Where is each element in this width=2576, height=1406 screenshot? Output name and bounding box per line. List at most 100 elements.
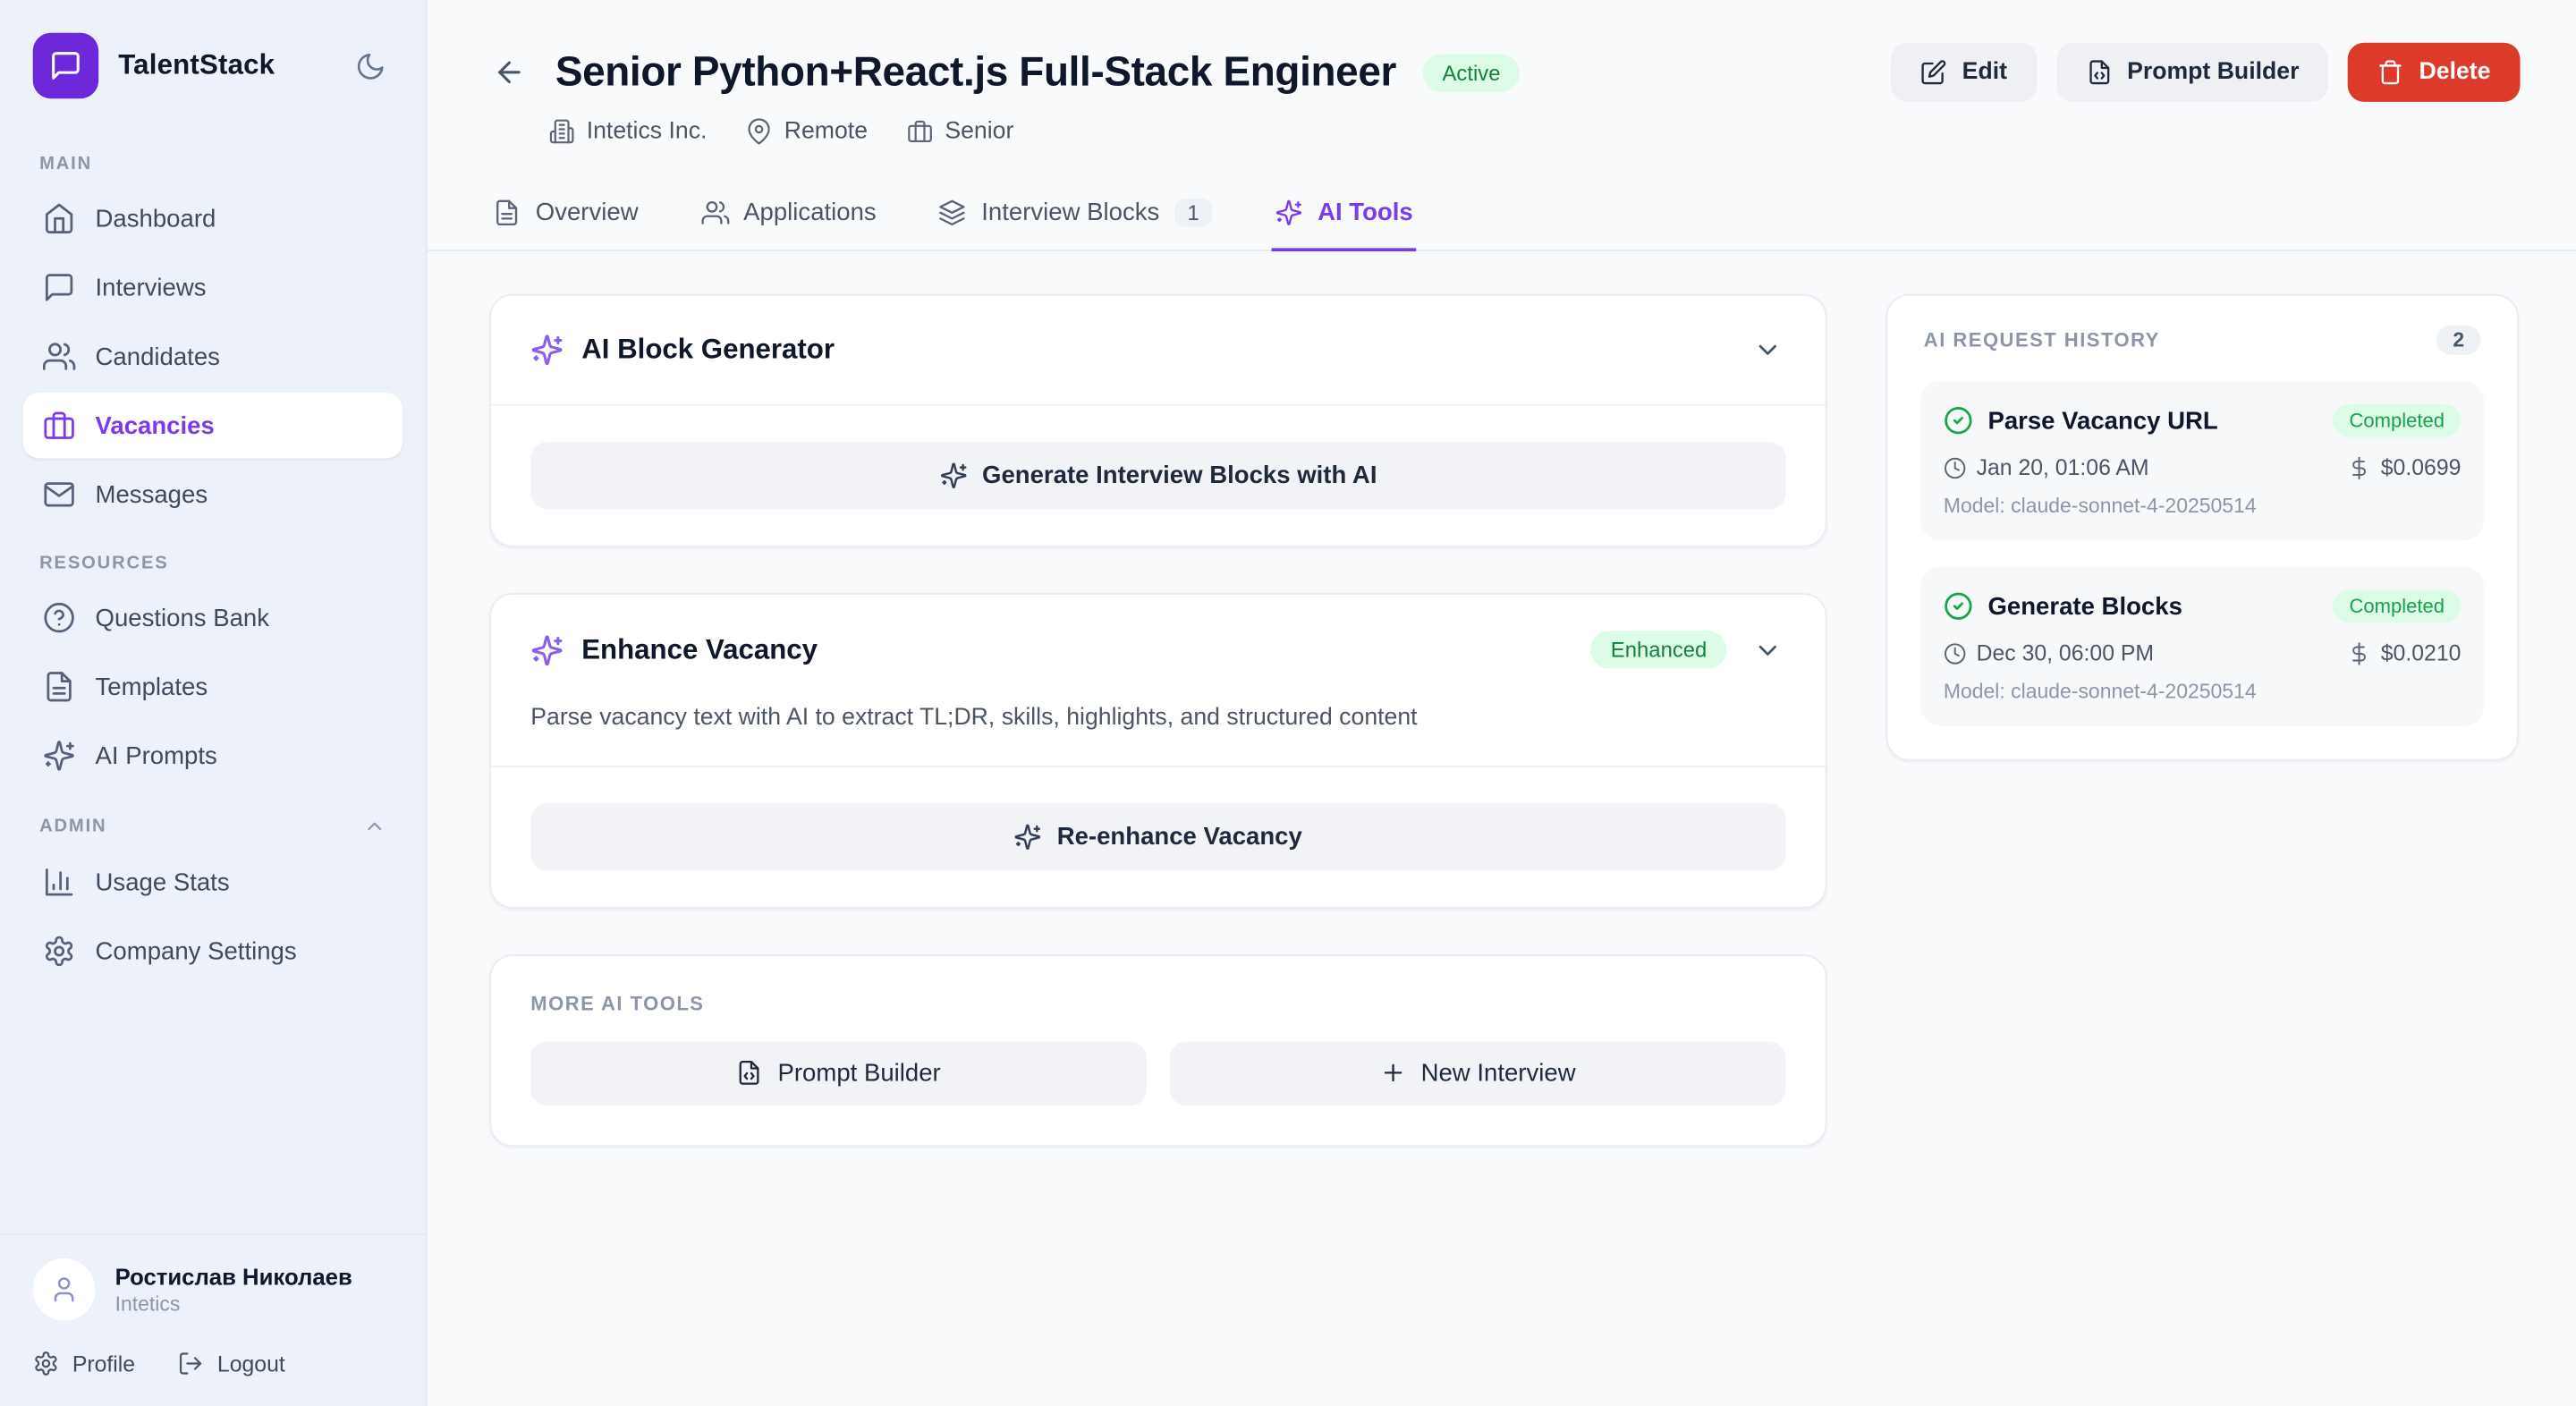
completed-badge: Completed: [2333, 589, 2461, 623]
ai-block-generator-card: AI Block Generator Generate Interview Bl…: [489, 294, 1826, 547]
sidebar-user-area: Ростислав Николаев Intetics Profile Logo…: [0, 1233, 426, 1406]
history-item[interactable]: Generate Blocks Completed Dec 30, 06:00 …: [1920, 567, 2484, 726]
nav-label: AI Prompts: [96, 741, 217, 769]
history-count-badge: 2: [2436, 326, 2481, 355]
history-header: AI REQUEST HISTORY 2: [1920, 326, 2484, 355]
history-cost: $0.0699: [2348, 455, 2461, 480]
mail-icon: [43, 478, 76, 511]
generate-blocks-label: Generate Interview Blocks with AI: [982, 462, 1377, 489]
sidebar: TalentStack MAIN Dashboard Interviews Ca…: [0, 0, 428, 1406]
tab-label: Applications: [743, 199, 877, 226]
re-enhance-button[interactable]: Re-enhance Vacancy: [530, 802, 1785, 869]
collapse-toggle[interactable]: [1750, 631, 1785, 667]
sidebar-item-dashboard[interactable]: Dashboard: [23, 186, 402, 251]
history-date: Jan 20, 01:06 AM: [1944, 455, 2149, 480]
history-item[interactable]: Parse Vacancy URL Completed Jan 20, 01:0…: [1920, 381, 2484, 540]
nav-label: Templates: [96, 673, 208, 700]
history-item-header: Generate Blocks Completed: [1944, 589, 2462, 623]
sidebar-item-ai-prompts[interactable]: AI Prompts: [23, 723, 402, 788]
plus-icon: [1380, 1060, 1406, 1086]
clock-icon: [1944, 641, 1967, 665]
logout-label: Logout: [217, 1351, 285, 1376]
back-button[interactable]: [489, 53, 529, 92]
sparkles-icon: [530, 633, 564, 666]
chevron-down-icon: [1753, 635, 1783, 665]
clock-icon: [1944, 456, 1967, 479]
chevron-up-icon[interactable]: [363, 815, 386, 838]
tab-overview[interactable]: Overview: [489, 181, 641, 251]
file-text-icon: [43, 670, 76, 703]
user-name: Ростислав Николаев: [115, 1263, 352, 1289]
nav-section-admin-label[interactable]: ADMIN: [39, 815, 386, 838]
sidebar-item-templates[interactable]: Templates: [23, 654, 402, 719]
tab-applications[interactable]: Applications: [698, 181, 880, 251]
history-item-meta: Jan 20, 01:06 AM $0.0699: [1944, 455, 2462, 480]
profile-link[interactable]: Profile: [33, 1351, 135, 1376]
nav-label: Interviews: [96, 274, 207, 301]
user-card[interactable]: Ростислав Николаев Intetics: [33, 1258, 393, 1321]
sidebar-item-interviews[interactable]: Interviews: [23, 255, 402, 320]
sparkles-icon: [530, 334, 564, 367]
nav-label: Questions Bank: [96, 604, 270, 631]
chevron-down-icon: [1753, 335, 1783, 365]
sparkles-icon: [939, 462, 967, 489]
prompt-builder-tool-button[interactable]: Prompt Builder: [530, 1041, 1147, 1105]
level-label: Senior: [945, 118, 1013, 144]
sparkles-icon: [43, 740, 76, 773]
cost-text: $0.0699: [2381, 455, 2462, 480]
history-model: Model: claude-sonnet-4-20250514: [1944, 680, 2462, 703]
cost-text: $0.0210: [2381, 640, 2462, 665]
right-column: AI REQUEST HISTORY 2 Parse Vacancy URL C…: [1886, 294, 2519, 761]
edit-label: Edit: [1962, 59, 2007, 85]
sidebar-item-usage-stats[interactable]: Usage Stats: [23, 850, 402, 915]
tab-label: AI Tools: [1318, 199, 1413, 226]
nav-section-resources-label: RESOURCES: [39, 554, 386, 573]
sidebar-item-vacancies[interactable]: Vacancies: [23, 393, 402, 458]
collapse-toggle[interactable]: [1750, 332, 1785, 368]
card-header: AI Block Generator: [491, 296, 1825, 404]
gear-icon: [43, 935, 76, 968]
tab-ai-tools[interactable]: AI Tools: [1272, 181, 1417, 251]
status-badge: Active: [1422, 54, 1520, 91]
nav-section-main-label: MAIN: [39, 155, 386, 174]
card-title: Enhance Vacancy: [581, 633, 818, 666]
edit-button[interactable]: Edit: [1892, 43, 2037, 102]
avatar: [33, 1258, 96, 1321]
new-interview-button[interactable]: New Interview: [1170, 1041, 1786, 1105]
history-item-name: Generate Blocks: [1987, 592, 2318, 620]
location-label: Remote: [784, 118, 868, 144]
sparkles-icon: [1275, 199, 1302, 226]
tools-row: Prompt Builder New Interview: [530, 1041, 1785, 1105]
sidebar-nav: MAIN Dashboard Interviews Candidates Vac…: [0, 128, 426, 1233]
page-title: Senior Python+React.js Full-Stack Engine…: [555, 48, 1396, 96]
sidebar-item-company-settings[interactable]: Company Settings: [23, 919, 402, 984]
sidebar-item-questions-bank[interactable]: Questions Bank: [23, 585, 402, 650]
generate-blocks-button[interactable]: Generate Interview Blocks with AI: [530, 442, 1785, 509]
sidebar-footer: Profile Logout: [33, 1351, 393, 1376]
logout-link[interactable]: Logout: [178, 1351, 285, 1376]
theme-toggle-moon-icon[interactable]: [348, 44, 393, 89]
tab-interview-blocks[interactable]: Interview Blocks1: [936, 181, 1216, 251]
header-top-row: Senior Python+React.js Full-Stack Engine…: [489, 43, 2520, 102]
prompt-builder-button[interactable]: Prompt Builder: [2056, 43, 2328, 102]
delete-button[interactable]: Delete: [2349, 43, 2521, 102]
header-right: Enhanced: [1591, 631, 1786, 668]
bar-chart-icon: [43, 866, 76, 899]
trash-icon: [2378, 59, 2404, 85]
card-body: Generate Interview Blocks with AI: [491, 406, 1825, 546]
sidebar-item-candidates[interactable]: Candidates: [23, 324, 402, 389]
section-label-text: MAIN: [39, 155, 92, 174]
enhance-vacancy-card: Enhance Vacancy Enhanced Parse vacancy t…: [489, 593, 1826, 908]
app-title: TalentStack: [118, 49, 275, 82]
building-icon: [548, 118, 574, 144]
tab-bar: Overview Applications Interview Blocks1 …: [428, 181, 2576, 251]
sidebar-item-messages[interactable]: Messages: [23, 462, 402, 527]
more-ai-tools-card: MORE AI TOOLS Prompt Builder New Intervi…: [489, 953, 1826, 1146]
re-enhance-label: Re-enhance Vacancy: [1057, 822, 1302, 850]
card-body: Re-enhance Vacancy: [491, 767, 1825, 906]
users-icon: [43, 340, 76, 373]
user-meta: Ростислав Николаев Intetics: [115, 1263, 352, 1316]
pencil-icon: [1921, 59, 1947, 85]
left-column: AI Block Generator Generate Interview Bl…: [489, 294, 1826, 1146]
date-text: Jan 20, 01:06 AM: [1977, 455, 2149, 480]
